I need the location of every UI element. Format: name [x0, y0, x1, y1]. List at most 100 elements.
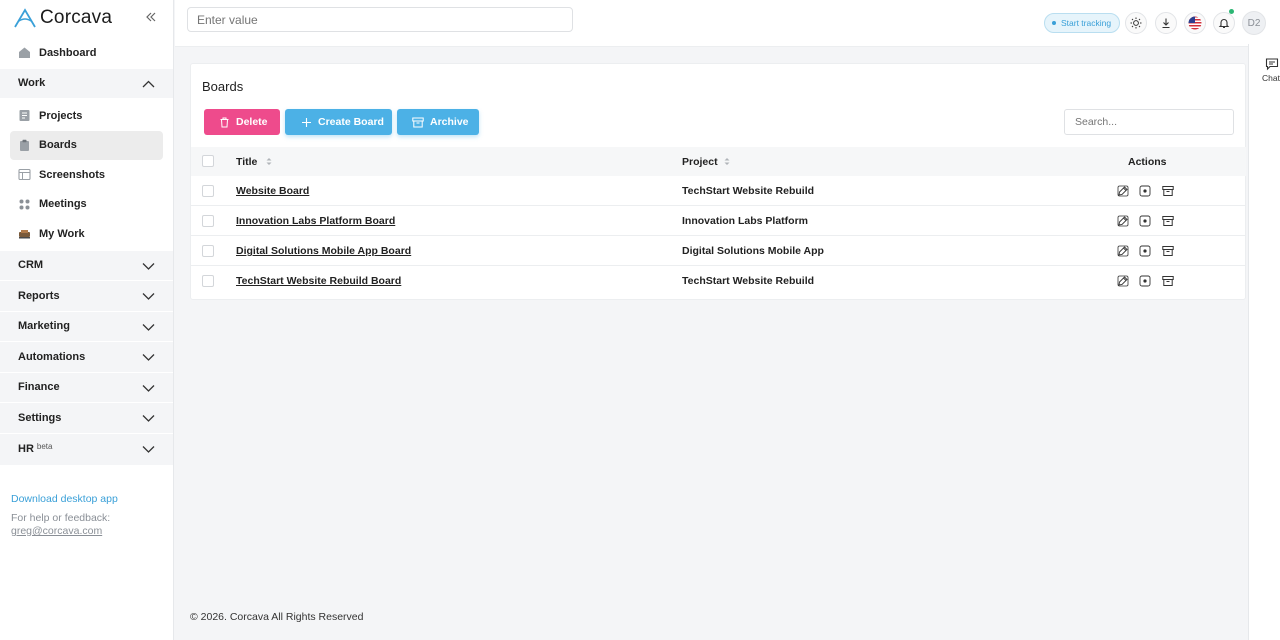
chat-label: Chat	[1262, 73, 1280, 83]
chat-icon[interactable]	[1265, 57, 1279, 71]
sidebar-group-work[interactable]: Work	[0, 68, 173, 99]
sidebar-item-label: Screenshots	[39, 168, 106, 181]
boards-search-input[interactable]	[1064, 109, 1234, 135]
archive-row-icon[interactable]	[1162, 215, 1174, 227]
row-checkbox[interactable]	[202, 245, 214, 257]
sidebar-group-crm[interactable]: CRM	[0, 250, 173, 281]
archive-row-icon[interactable]	[1162, 245, 1174, 257]
boards-card: Boards Delete Create Board Archive Title…	[190, 63, 1246, 300]
sidebar-item-label: Projects	[39, 109, 83, 122]
bell-icon	[1218, 19, 1230, 29]
help-email-link[interactable]: greg@corcava.com	[11, 525, 118, 538]
archive-icon	[412, 117, 424, 127]
help-text: For help or feedback:	[11, 512, 111, 524]
archive-button[interactable]: Archive	[397, 109, 479, 135]
sidebar-group-label: Settings	[18, 411, 62, 424]
table-row[interactable]: TechStart Website Rebuild Board TechStar…	[191, 266, 1246, 296]
beta-badge: beta	[36, 441, 53, 451]
sidebar-item-my-work[interactable]: My Work	[0, 219, 173, 249]
sidebar-footer: Download desktop app For help or feedbac…	[11, 493, 118, 538]
board-title-link[interactable]: Website Board	[236, 185, 309, 197]
row-checkbox[interactable]	[202, 275, 214, 287]
chevron-down-icon	[142, 445, 155, 453]
sidebar-group-label: Automations	[18, 350, 86, 363]
chat-rail[interactable]: Chat	[1248, 44, 1280, 640]
page-title: Boards	[202, 79, 244, 94]
chevron-down-icon	[142, 354, 155, 361]
column-project[interactable]: Project	[682, 156, 718, 168]
archive-row-icon[interactable]	[1162, 275, 1174, 287]
sidebar-group-hr[interactable]: HR beta	[0, 433, 173, 466]
board-title-link[interactable]: Digital Solutions Mobile App Board	[236, 245, 411, 257]
brand: Corcava	[0, 0, 173, 36]
notifications-button[interactable]	[1213, 12, 1235, 34]
sidebar-item-dashboard[interactable]: Dashboard	[0, 38, 173, 68]
view-icon[interactable]	[1139, 275, 1151, 287]
table-row[interactable]: Innovation Labs Platform Board Innovatio…	[191, 206, 1246, 236]
screenshots-icon	[18, 168, 31, 181]
sidebar-group-automations[interactable]: Automations	[0, 342, 173, 373]
language-button[interactable]	[1184, 12, 1206, 34]
board-project: Innovation Labs Platform	[682, 215, 809, 227]
board-project: TechStart Website Rebuild	[682, 185, 815, 197]
chevron-down-icon	[142, 323, 155, 331]
edit-icon[interactable]	[1117, 275, 1129, 287]
row-checkbox[interactable]	[202, 185, 214, 197]
download-icon	[1162, 18, 1170, 29]
sidebar-item-label: Meetings	[39, 198, 87, 211]
meetings-icon	[18, 198, 31, 211]
table-row[interactable]: Website Board TechStart Website Rebuild	[191, 176, 1246, 206]
plus-icon	[302, 117, 311, 127]
view-icon[interactable]	[1139, 215, 1151, 227]
global-search-input[interactable]	[187, 7, 573, 32]
us-flag-icon	[1188, 16, 1202, 30]
create-board-label: Create Board	[318, 116, 384, 128]
chevron-down-icon	[142, 415, 155, 422]
sidebar-group-label: Finance	[18, 381, 60, 394]
edit-icon[interactable]	[1117, 215, 1129, 227]
sidebar-item-meetings[interactable]: Meetings	[0, 190, 173, 220]
corcava-logo-icon	[14, 8, 36, 28]
archive-row-icon[interactable]	[1162, 185, 1174, 197]
row-checkbox[interactable]	[202, 215, 214, 227]
avatar[interactable]: D2	[1242, 11, 1266, 35]
boards-icon	[18, 139, 31, 152]
sidebar-item-projects[interactable]: Projects	[0, 101, 173, 131]
sidebar-group-marketing[interactable]: Marketing	[0, 311, 173, 342]
download-button[interactable]	[1155, 12, 1177, 34]
board-project: TechStart Website Rebuild	[682, 275, 815, 287]
column-title[interactable]: Title	[236, 156, 257, 168]
sidebar-item-label: Boards	[39, 139, 77, 152]
view-icon[interactable]	[1139, 245, 1151, 257]
board-project: Digital Solutions Mobile App	[682, 245, 824, 257]
edit-icon[interactable]	[1117, 245, 1129, 257]
notification-dot-icon	[1229, 9, 1234, 14]
sidebar-group-reports[interactable]: Reports	[0, 281, 173, 312]
download-desktop-app-link[interactable]: Download desktop app	[11, 493, 118, 506]
theme-toggle-button[interactable]	[1125, 12, 1147, 34]
select-all-checkbox[interactable]	[202, 155, 214, 167]
topbar: Start tracking D2	[175, 0, 1280, 47]
start-tracking-button[interactable]: Start tracking	[1044, 13, 1120, 33]
table-row[interactable]: Digital Solutions Mobile App Board Digit…	[191, 236, 1246, 266]
chevron-down-icon	[142, 293, 155, 300]
create-board-button[interactable]: Create Board	[285, 109, 392, 135]
sidebar-item-boards[interactable]: Boards	[10, 130, 163, 160]
trash-icon	[220, 117, 229, 127]
sidebar-group-settings[interactable]: Settings	[0, 403, 173, 434]
sidebar-group-label: Reports	[18, 289, 60, 302]
sidebar-item-screenshots[interactable]: Screenshots	[0, 160, 173, 190]
view-icon[interactable]	[1139, 185, 1151, 197]
board-title-link[interactable]: TechStart Website Rebuild Board	[236, 275, 401, 287]
collapse-sidebar-icon[interactable]	[145, 11, 157, 23]
sidebar-group-label: HR	[18, 443, 34, 455]
delete-button[interactable]: Delete	[204, 109, 280, 135]
sidebar-item-label: Dashboard	[39, 46, 97, 59]
edit-icon[interactable]	[1117, 185, 1129, 197]
sort-icon[interactable]	[266, 157, 272, 166]
app-name: Corcava	[40, 7, 113, 28]
board-title-link[interactable]: Innovation Labs Platform Board	[236, 215, 395, 227]
sidebar-group-finance[interactable]: Finance	[0, 372, 173, 403]
projects-icon	[18, 109, 31, 122]
sort-icon[interactable]	[724, 157, 730, 166]
